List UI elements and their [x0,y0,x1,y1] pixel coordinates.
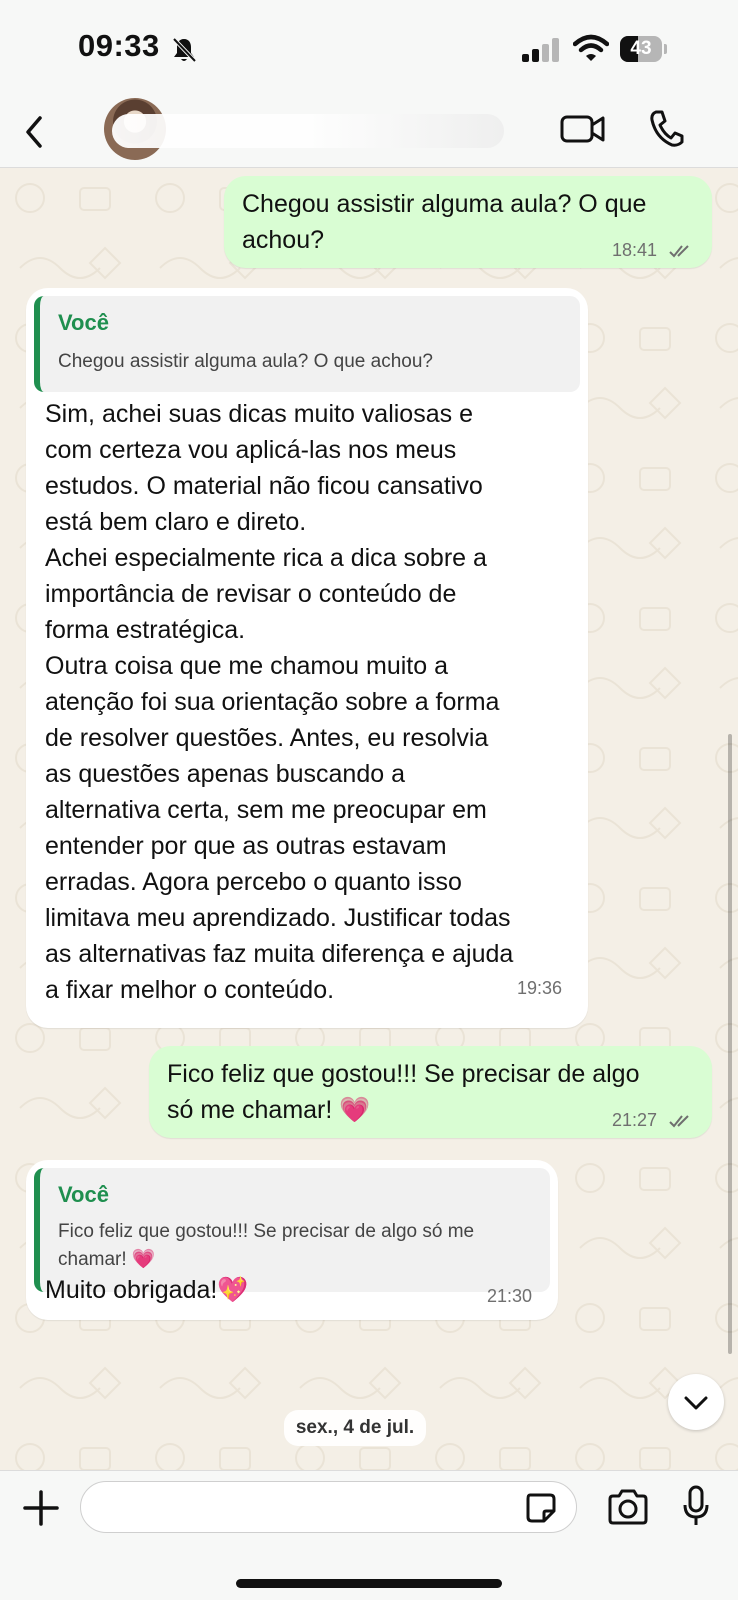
chevron-down-icon [684,1396,708,1410]
quote-text: Fico feliz que gostou!!! Se precisar de … [58,1221,475,1270]
plus-icon[interactable] [22,1489,60,1527]
battery-indicator: 43 [620,36,667,62]
read-receipt-icon [669,1115,689,1128]
input-bar [0,1470,738,1600]
date-separator: sex., 4 de jul. [284,1410,426,1446]
chat-area[interactable]: Chegou assistir alguma aula? O que achou… [0,168,738,1470]
read-receipt-icon [669,245,689,258]
sticker-icon[interactable] [524,1491,558,1525]
message-time: 21:30 [487,1286,533,1306]
status-time: 09:33 [78,28,160,63]
scrollbar[interactable] [728,734,732,1354]
phone-icon[interactable] [648,108,684,148]
status-bar: 09:33 43 [0,0,738,100]
quote-text: Chegou assistir alguma aula? O que achou… [58,351,433,372]
message-input[interactable] [80,1481,577,1533]
message-bubble-outgoing[interactable]: Chegou assistir alguma aula? O que achou… [224,176,712,268]
video-camera-icon[interactable] [560,112,606,146]
wifi-icon [573,34,609,61]
chat-header [0,98,738,168]
battery-level: 43 [630,38,652,59]
message-time: 19:36 [517,978,563,998]
bell-muted-icon [172,37,197,63]
home-indicator [236,1579,502,1588]
message-text: Muito obrigada!💖 [45,1276,249,1304]
microphone-icon[interactable] [682,1485,710,1527]
cellular-signal-icon [522,38,559,62]
quote-author: Você [58,310,109,335]
message-time: 18:41 [612,240,658,260]
message-bubble-outgoing[interactable]: Fico feliz que gostou!!! Se precisar de … [149,1046,712,1138]
message-bubble-incoming[interactable]: Você Chegou assistir alguma aula? O que … [26,288,588,1028]
chevron-left-icon[interactable] [20,112,50,152]
message-bubble-incoming[interactable]: Você Fico feliz que gostou!!! Se precisa… [26,1160,558,1320]
contact-name-redacted[interactable] [112,114,504,148]
quoted-message[interactable]: Você Chegou assistir alguma aula? O que … [34,296,580,392]
quote-author: Você [58,1182,109,1207]
message-time: 21:27 [612,1110,658,1130]
camera-icon[interactable] [607,1489,649,1525]
scroll-to-bottom-button[interactable] [668,1374,724,1430]
message-text: Sim, achei suas dicas muito valiosas e c… [45,400,514,1004]
